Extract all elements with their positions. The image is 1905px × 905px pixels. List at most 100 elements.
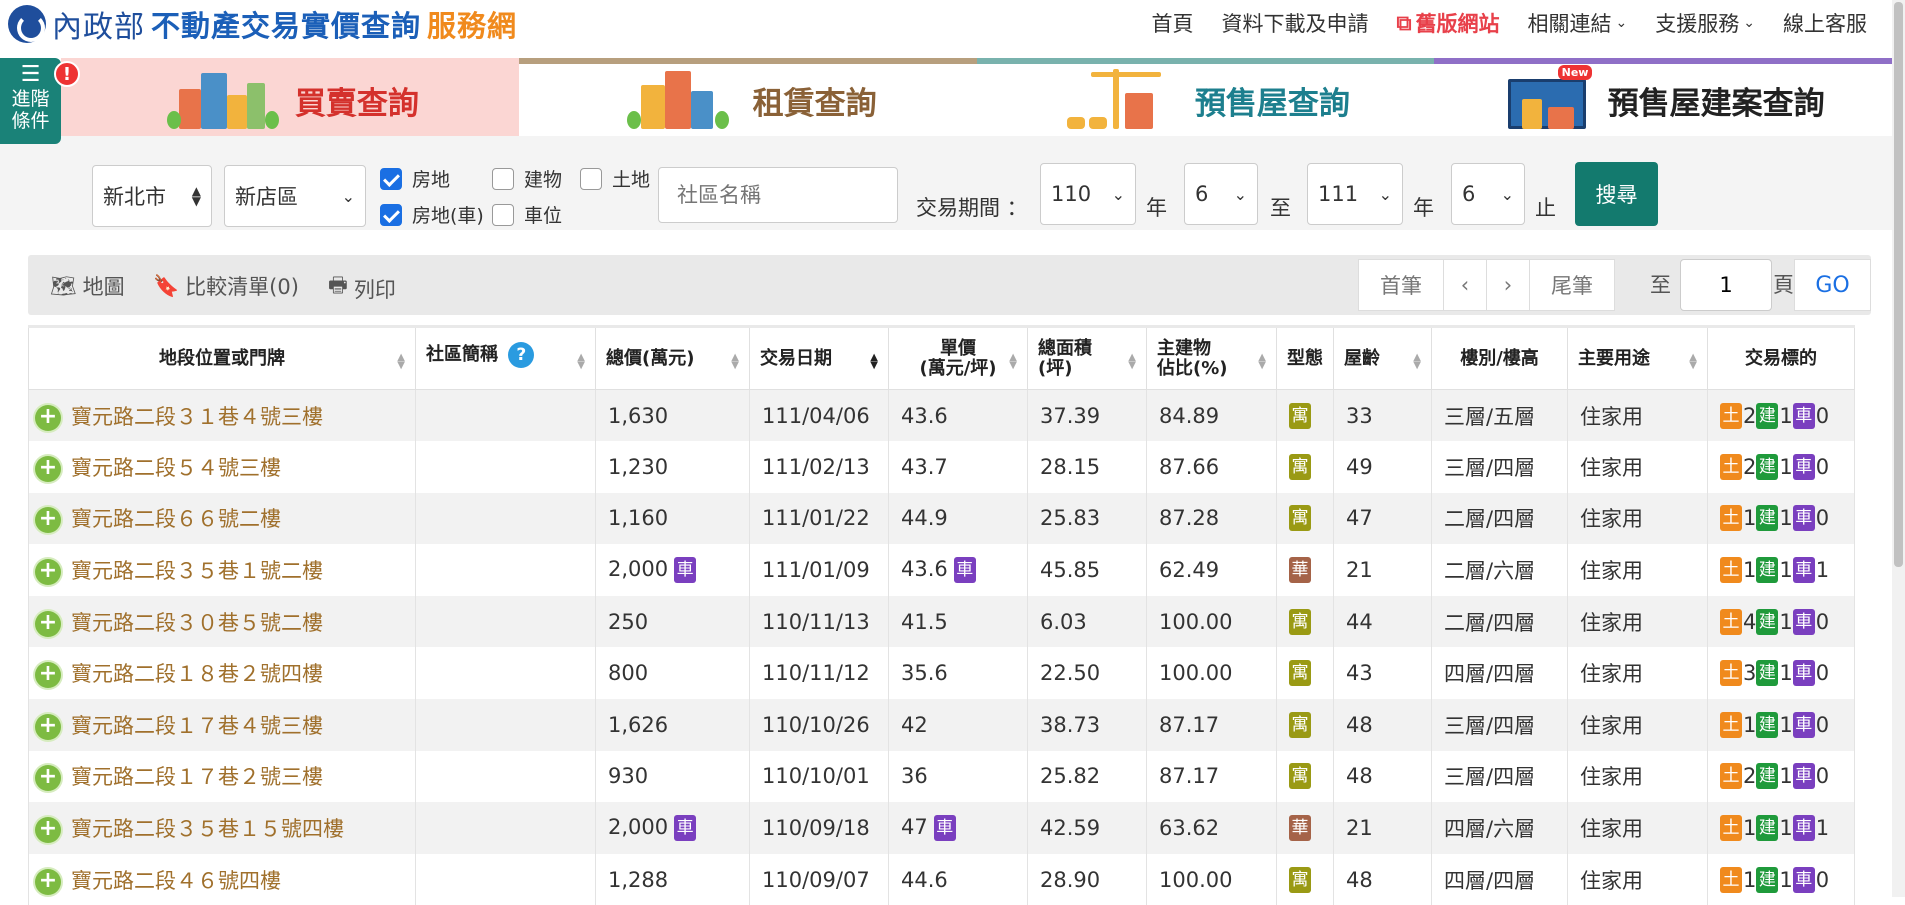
expand-plus-icon[interactable]: + — [35, 765, 61, 791]
district-select[interactable]: 新店區 ⌄ — [224, 165, 366, 227]
address-link[interactable]: 寶元路二段４６號四樓 — [71, 869, 281, 893]
col-date[interactable]: 交易日期▲▼ — [750, 327, 889, 390]
cell-address[interactable]: + 寶元路二段３５巷１號二樓 — [29, 544, 416, 596]
col-total-price[interactable]: 總價(萬元)▲▼ — [596, 327, 750, 390]
tab-presale-query[interactable]: 預售屋查詢 — [977, 58, 1435, 136]
table-row[interactable]: +寶元路二段３１巷４號三樓1,630111/04/0643.637.3984.8… — [29, 390, 1855, 442]
page-number-input[interactable] — [1680, 259, 1772, 311]
table-row[interactable]: +寶元路二段１７巷４號三樓1,626110/10/264238.7387.17寓… — [29, 699, 1855, 751]
type-checkbox-house-land-car[interactable]: 房地(車) — [380, 201, 484, 228]
expand-plus-icon[interactable]: + — [35, 405, 61, 431]
col-unit-price[interactable]: 單價(萬元/坪)▲▼ — [889, 327, 1028, 390]
table-row[interactable]: +寶元路二段１８巷２號四樓800110/11/1235.622.50100.00… — [29, 647, 1855, 699]
nav-download[interactable]: 資料下載及申請 — [1222, 8, 1369, 38]
table-row[interactable]: +寶元路二段１７巷２號三樓930110/10/013625.8287.17寓48… — [29, 751, 1855, 803]
tab-presale-project-query[interactable]: New 預售屋建案查詢 — [1434, 58, 1892, 136]
col-address[interactable]: 地段位置或門牌▲▼ — [29, 327, 416, 390]
first-page-button[interactable]: 首筆 — [1358, 259, 1444, 311]
table-body: +寶元路二段３１巷４號三樓1,630111/04/0643.637.3984.8… — [29, 390, 1855, 905]
expand-plus-icon[interactable]: + — [35, 662, 61, 688]
city-select[interactable]: 新北市 ▲▼ — [92, 165, 212, 227]
nav-links[interactable]: 相關連結 ⌄ — [1528, 8, 1628, 38]
cell-address[interactable]: + 寶元路二段１８巷２號四樓 — [29, 647, 416, 699]
checkbox-empty-icon — [580, 168, 602, 190]
sort-icon: ▲▼ — [1009, 354, 1017, 370]
cell-address[interactable]: + 寶元路二段１７巷２號三樓 — [29, 751, 416, 803]
expand-plus-icon[interactable]: + — [35, 507, 61, 533]
table-row[interactable]: +寶元路二段４６號四樓1,288110/09/0744.628.90100.00… — [29, 854, 1855, 905]
type-checkbox-building[interactable]: 建物 — [492, 165, 562, 192]
tab-rent-query[interactable]: 租賃查詢 — [519, 58, 977, 136]
table-row[interactable]: +寶元路二段３５巷１號二樓2,000車111/01/0943.6車45.8562… — [29, 544, 1855, 596]
col-area[interactable]: 總面積(坪)▲▼ — [1028, 327, 1147, 390]
search-button[interactable]: 搜尋 — [1575, 162, 1658, 226]
building-type-tag: 寓 — [1289, 867, 1311, 893]
col-community[interactable]: 社區簡稱 ? ▲▼ — [416, 327, 596, 390]
cell-address[interactable]: + 寶元路二段５４號三樓 — [29, 441, 416, 493]
nav-online-service[interactable]: 線上客服 — [1783, 8, 1867, 38]
address-link[interactable]: 寶元路二段３５巷１５號四樓 — [71, 817, 344, 841]
cell-total-price: 2,000車 — [596, 802, 750, 854]
last-page-button[interactable]: 尾筆 — [1529, 259, 1615, 311]
cell-address[interactable]: + 寶元路二段４６號四樓 — [29, 854, 416, 905]
address-link[interactable]: 寶元路二段１７巷２號三樓 — [71, 765, 323, 789]
advanced-filter-button[interactable]: ☰ 進階 條件 — [0, 58, 61, 144]
cell-type: 寓 — [1277, 390, 1334, 442]
table-row[interactable]: +寶元路二段３０巷５號二樓250110/11/1341.56.03100.00寓… — [29, 596, 1855, 648]
address-link[interactable]: 寶元路二段６６號二樓 — [71, 507, 281, 531]
to-year-select[interactable]: 111 ⌄ — [1307, 163, 1403, 225]
col-main-building[interactable]: 主建物佔比(%)▲▼ — [1147, 327, 1277, 390]
col-age[interactable]: 屋齡▲▼ — [1334, 327, 1432, 390]
cell-address[interactable]: + 寶元路二段３０巷５號二樓 — [29, 596, 416, 648]
help-icon[interactable]: ? — [508, 342, 534, 368]
address-link[interactable]: 寶元路二段５４號三樓 — [71, 456, 281, 480]
nav-support[interactable]: 支援服務 ⌄ — [1655, 8, 1755, 38]
address-link[interactable]: 寶元路二段３５巷１號二樓 — [71, 559, 323, 583]
table-row[interactable]: +寶元路二段３５巷１５號四樓2,000車110/09/1847車42.5963.… — [29, 802, 1855, 854]
page-scrollbar[interactable] — [1892, 0, 1905, 897]
cell-address[interactable]: + 寶元路二段３５巷１５號四樓 — [29, 802, 416, 854]
prev-page-button[interactable]: ‹ — [1443, 259, 1487, 311]
nav-links-label: 相關連結 — [1528, 8, 1612, 38]
site-logo[interactable]: 內政部 不動產交易實價查詢 服務網 — [8, 4, 517, 44]
type-checkbox-parking[interactable]: 車位 — [492, 201, 562, 228]
go-button[interactable]: GO — [1794, 259, 1871, 311]
compare-list-button[interactable]: 🔖 比較清單(0) — [153, 271, 299, 301]
table-row[interactable]: +寶元路二段５４號三樓1,230111/02/1343.728.1587.66寓… — [29, 441, 1855, 493]
tab-sale-query[interactable]: 買賣查詢 — [61, 58, 519, 136]
parking-count-tag: 車 — [1793, 867, 1815, 893]
cell-unit-price: 44.6 — [889, 854, 1028, 905]
address-link[interactable]: 寶元路二段１８巷２號四樓 — [71, 662, 323, 686]
print-button[interactable]: 🖶 列印 — [328, 271, 396, 306]
expand-plus-icon[interactable]: + — [35, 817, 61, 843]
table-row[interactable]: +寶元路二段６６號二樓1,160111/01/2244.925.8387.28寓… — [29, 493, 1855, 545]
from-year-select[interactable]: 110 ⌄ — [1040, 163, 1136, 225]
to-month-select[interactable]: 6 ⌄ — [1451, 163, 1525, 225]
nav-home[interactable]: 首頁 — [1152, 8, 1194, 38]
land-tag: 土 — [1720, 712, 1742, 738]
cell-address[interactable]: + 寶元路二段３１巷４號三樓 — [29, 390, 416, 442]
from-month-select[interactable]: 6 ⌄ — [1184, 163, 1258, 225]
cell-address[interactable]: + 寶元路二段６６號二樓 — [29, 493, 416, 545]
scrollbar-thumb[interactable] — [1894, 2, 1903, 567]
expand-plus-icon[interactable]: + — [35, 559, 61, 585]
community-name-input[interactable] — [658, 167, 898, 223]
type-checkbox-house-land[interactable]: 房地 — [380, 165, 450, 192]
expand-plus-icon[interactable]: + — [35, 611, 61, 637]
table-header-row: 地段位置或門牌▲▼ 社區簡稱 ? ▲▼ 總價(萬元)▲▼ 交易日期▲▼ 單價(萬… — [29, 327, 1855, 390]
cell-age: 33 — [1334, 390, 1432, 442]
cell-address[interactable]: + 寶元路二段１７巷４號三樓 — [29, 699, 416, 751]
next-page-button[interactable]: › — [1486, 259, 1530, 311]
address-link[interactable]: 寶元路二段３１巷４號三樓 — [71, 405, 323, 429]
expand-plus-icon[interactable]: + — [35, 869, 61, 895]
cell-main-ratio: 87.17 — [1147, 751, 1277, 803]
expand-plus-icon[interactable]: + — [35, 456, 61, 482]
nav-old-site[interactable]: ⧉ 舊版網站 — [1397, 8, 1500, 38]
address-link[interactable]: 寶元路二段３０巷５號二樓 — [71, 611, 323, 635]
map-button[interactable]: 🗺 地圖 — [50, 271, 125, 301]
col-usage[interactable]: 主要用途▲▼ — [1568, 327, 1708, 390]
address-link[interactable]: 寶元路二段１７巷４號三樓 — [71, 714, 323, 738]
cell-community — [416, 647, 596, 699]
expand-plus-icon[interactable]: + — [35, 714, 61, 740]
type-checkbox-land[interactable]: 土地 — [580, 165, 650, 192]
